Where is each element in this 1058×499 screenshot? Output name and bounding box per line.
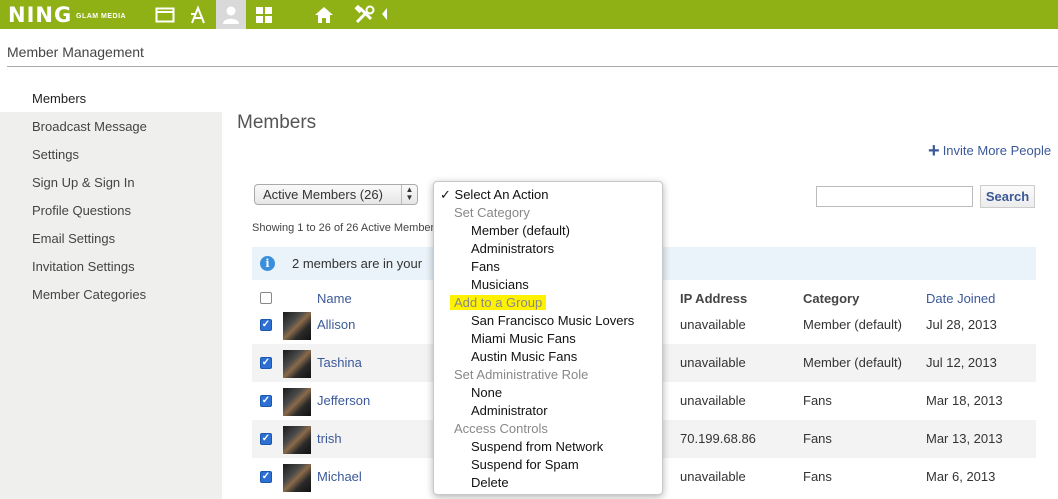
filter-value: Active Members (26) (263, 187, 383, 202)
divider (7, 66, 1058, 67)
avatar[interactable] (283, 388, 311, 416)
member-joined: Mar 18, 2013 (926, 393, 1003, 408)
member-category: Fans (803, 393, 832, 408)
checkmark-icon: ✓ (440, 187, 451, 202)
menu-item-group[interactable]: Miami Music Fans (434, 330, 662, 348)
invite-more-people-link[interactable]: + Invite More People (928, 139, 1052, 162)
header-category: Category (803, 291, 860, 306)
member-joined: Mar 6, 2013 (926, 469, 996, 484)
action-dropdown-menu[interactable]: ✓ Select An Action Set Category Member (… (433, 181, 663, 495)
member-name[interactable]: Jefferson (317, 393, 370, 408)
menu-item-category[interactable]: Fans (434, 258, 662, 276)
info-icon: i (260, 256, 275, 271)
sidebar-item-profile-questions[interactable]: Profile Questions (0, 198, 222, 224)
member-joined: Jul 12, 2013 (926, 355, 997, 370)
menu-item-role[interactable]: Administrator (434, 402, 662, 420)
row-checkbox[interactable]: ✓ (260, 471, 272, 483)
menu-item-category[interactable]: Member (default) (434, 222, 662, 240)
menu-group-access-controls: Access Controls (454, 421, 548, 436)
avatar[interactable] (283, 426, 311, 454)
sidebar-item-settings[interactable]: Settings (0, 142, 222, 168)
member-name[interactable]: trish (317, 431, 342, 446)
members-heading: Members (237, 112, 317, 133)
page-title: Member Management (7, 44, 144, 60)
search-button[interactable]: Search (980, 185, 1035, 208)
showing-count: Showing 1 to 26 of 26 Active Member (252, 222, 435, 234)
menu-item-access[interactable]: Suspend from Network (434, 438, 662, 456)
menu-group-add-to-group: Add to a Group (434, 294, 662, 312)
grid-icon[interactable] (249, 0, 279, 29)
sidebar-item-email-settings[interactable]: Email Settings (0, 226, 222, 252)
person-icon[interactable] (216, 0, 246, 29)
sidebar-item-members[interactable]: Members (0, 86, 222, 112)
menu-item-select-action[interactable]: ✓ Select An Action (434, 186, 662, 204)
sidebar-item-sign-up[interactable]: Sign Up & Sign In (0, 170, 222, 196)
header-ip: IP Address (680, 291, 748, 306)
member-name[interactable]: Michael (317, 469, 362, 484)
select-all-checkbox[interactable] (260, 292, 272, 304)
member-ip: unavailable (680, 355, 746, 370)
top-bar: NING GLAM MEDIA (0, 0, 1058, 29)
sidebar: Members Broadcast Message Settings Sign … (0, 86, 222, 499)
member-joined: Mar 13, 2013 (926, 431, 1003, 446)
member-category: Member (default) (803, 317, 902, 332)
menu-item-category[interactable]: Musicians (434, 276, 662, 294)
row-checkbox[interactable]: ✓ (260, 357, 272, 369)
collapse-arrow-icon[interactable] (382, 8, 387, 20)
member-ip: unavailable (680, 317, 746, 332)
sidebar-item-broadcast-message[interactable]: Broadcast Message (0, 114, 222, 140)
member-category: Member (default) (803, 355, 902, 370)
info-text: 2 members are in your (292, 256, 423, 271)
sidebar-item-member-categories[interactable]: Member Categories (0, 282, 222, 308)
menu-item-role[interactable]: None (434, 384, 662, 402)
ning-logo[interactable]: NING (8, 3, 72, 27)
member-name[interactable]: Allison (317, 317, 355, 332)
menu-group-admin-role: Set Administrative Role (454, 367, 589, 382)
tools-icon[interactable] (350, 0, 380, 29)
menu-item-group[interactable]: Austin Music Fans (434, 348, 662, 366)
member-name[interactable]: Tashina (317, 355, 362, 370)
row-checkbox[interactable]: ✓ (260, 319, 272, 331)
avatar[interactable] (283, 350, 311, 378)
member-ip: 70.199.68.86 (680, 431, 756, 446)
avatar[interactable] (283, 464, 311, 492)
menu-item-group[interactable]: San Francisco Music Lovers (434, 312, 662, 330)
ning-logo-sub: GLAM MEDIA (76, 13, 127, 20)
member-joined: Jul 28, 2013 (926, 317, 997, 332)
invite-label: Invite More People (942, 143, 1052, 158)
home-icon[interactable] (309, 0, 339, 29)
header-name[interactable]: Name (317, 291, 352, 306)
sidebar-item-invitation-settings[interactable]: Invitation Settings (0, 254, 222, 280)
plus-icon: + (928, 139, 940, 162)
member-filter-select[interactable]: Active Members (26) ▲ ▼ (254, 184, 418, 205)
member-category: Fans (803, 469, 832, 484)
row-checkbox[interactable]: ✓ (260, 433, 272, 445)
member-ip: unavailable (680, 469, 746, 484)
search-input[interactable] (816, 186, 973, 207)
menu-group-set-category: Set Category (454, 205, 530, 220)
header-date-joined[interactable]: Date Joined (926, 291, 995, 306)
member-category: Fans (803, 431, 832, 446)
app-store-icon[interactable] (183, 0, 213, 29)
window-icon[interactable] (150, 0, 180, 29)
menu-item-access[interactable]: Suspend for Spam (434, 456, 662, 474)
avatar[interactable] (283, 312, 311, 340)
member-ip: unavailable (680, 393, 746, 408)
menu-item-category[interactable]: Administrators (434, 240, 662, 258)
menu-item-access[interactable]: Delete (434, 474, 662, 492)
row-checkbox[interactable]: ✓ (260, 395, 272, 407)
updown-arrows-icon: ▲ ▼ (401, 185, 417, 204)
